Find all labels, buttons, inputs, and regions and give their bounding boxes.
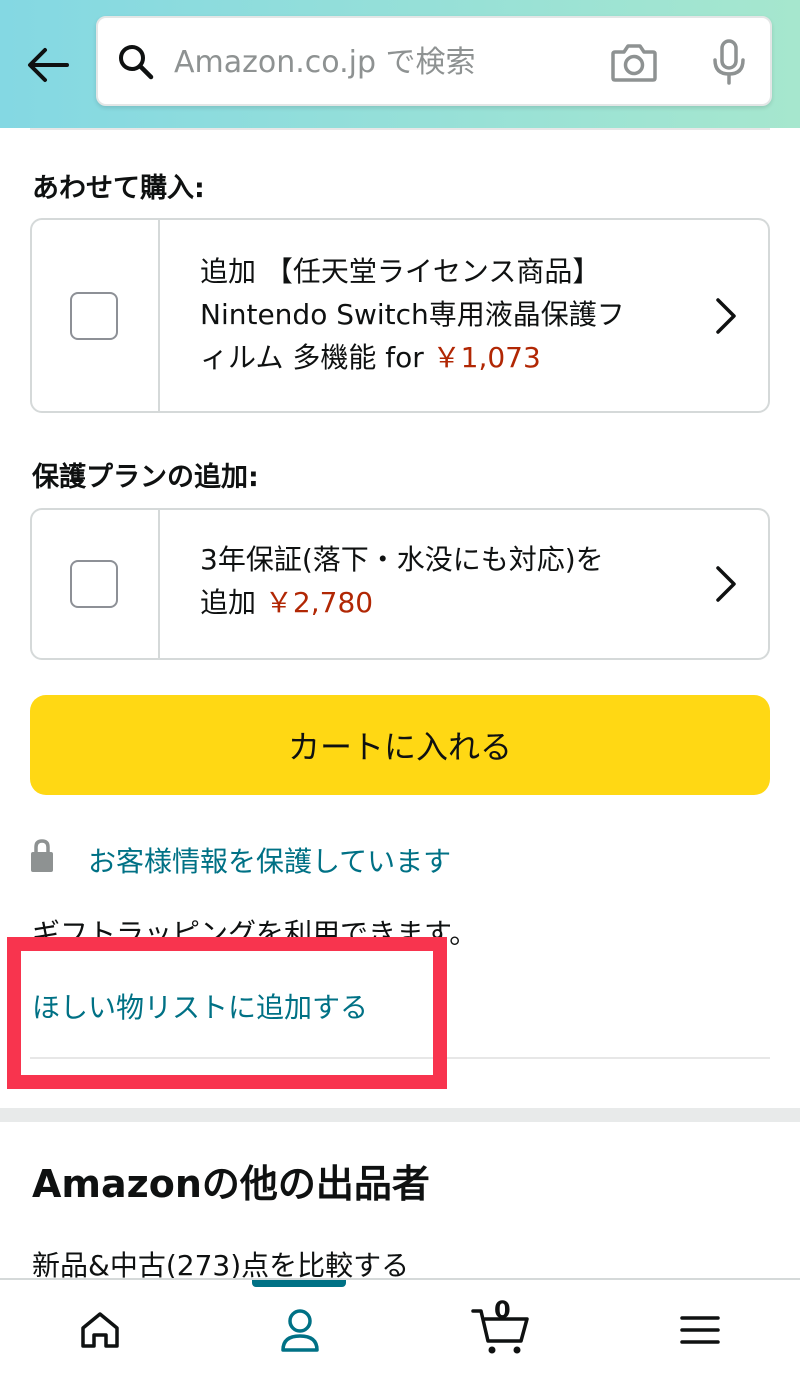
addon-checkbox-cell bbox=[32, 220, 160, 411]
nav-account[interactable] bbox=[270, 1300, 330, 1360]
addon-text-line-end: ィルム 多機能 for bbox=[200, 341, 424, 374]
chevron-right-icon bbox=[716, 566, 736, 602]
protection-plan-card[interactable]: 3年保証(落下・水没にも対応)を 追加 ￥2,780 bbox=[30, 508, 770, 660]
secure-transaction-link[interactable]: お客様情報を保護しています bbox=[88, 840, 451, 880]
protection-price: ￥2,780 bbox=[264, 586, 374, 619]
section-separator bbox=[0, 1108, 800, 1122]
bottom-navigation: 0 bbox=[0, 1278, 800, 1379]
protection-plan-label: 保護プランの追加: bbox=[32, 462, 259, 493]
user-icon bbox=[281, 1309, 319, 1352]
addon-text-line: 追加 【任天堂ライセンス商品】 bbox=[200, 255, 601, 288]
nav-cart[interactable]: 0 bbox=[470, 1296, 530, 1360]
divider bbox=[30, 128, 770, 130]
nav-menu[interactable] bbox=[670, 1300, 730, 1360]
frequently-bought-addon-card[interactable]: 追加 【任天堂ライセンス商品】 Nintendo Switch専用液晶保護フ ィ… bbox=[30, 218, 770, 413]
search-input[interactable] bbox=[174, 36, 574, 88]
frequently-bought-label: あわせて購入: bbox=[32, 173, 205, 204]
search-icon[interactable] bbox=[116, 42, 156, 82]
protection-description: 3年保証(落下・水没にも対応)を 追加 ￥2,780 bbox=[200, 538, 604, 624]
lock-icon bbox=[31, 839, 53, 872]
camera-icon[interactable] bbox=[610, 40, 658, 84]
addon-checkbox[interactable] bbox=[70, 292, 118, 340]
addon-text-line: Nintendo Switch専用液晶保護フ bbox=[200, 298, 625, 331]
header-bar bbox=[0, 0, 800, 128]
back-button[interactable] bbox=[22, 40, 72, 90]
add-to-cart-button[interactable]: カートに入れる bbox=[30, 695, 770, 795]
highlight-annotation-box bbox=[7, 937, 447, 1089]
protection-text-line: 3年保証(落下・水没にも対応)を bbox=[200, 543, 604, 576]
protection-text-line: 追加 ￥2,780 bbox=[200, 581, 604, 624]
home-icon bbox=[81, 1312, 119, 1348]
search-bar[interactable] bbox=[96, 16, 772, 106]
addon-price: ￥1,073 bbox=[432, 341, 541, 374]
arrow-left-icon bbox=[28, 48, 69, 82]
active-tab-indicator bbox=[252, 1280, 346, 1287]
protection-text-line-end: 追加 bbox=[200, 586, 257, 619]
cart-count-badge: 0 bbox=[494, 1296, 511, 1324]
addon-text-line: ィルム 多機能 for ￥1,073 bbox=[200, 336, 625, 379]
addon-description: 追加 【任天堂ライセンス商品】 Nintendo Switch専用液晶保護フ ィ… bbox=[200, 250, 625, 379]
microphone-icon[interactable] bbox=[710, 38, 748, 86]
protection-checkbox-cell bbox=[32, 510, 160, 658]
protection-checkbox[interactable] bbox=[70, 560, 118, 608]
chevron-right-icon bbox=[716, 298, 736, 334]
other-sellers-title: Amazonの他の出品者 bbox=[32, 1162, 430, 1206]
nav-home[interactable] bbox=[70, 1300, 130, 1360]
hamburger-menu-icon bbox=[680, 1316, 720, 1344]
